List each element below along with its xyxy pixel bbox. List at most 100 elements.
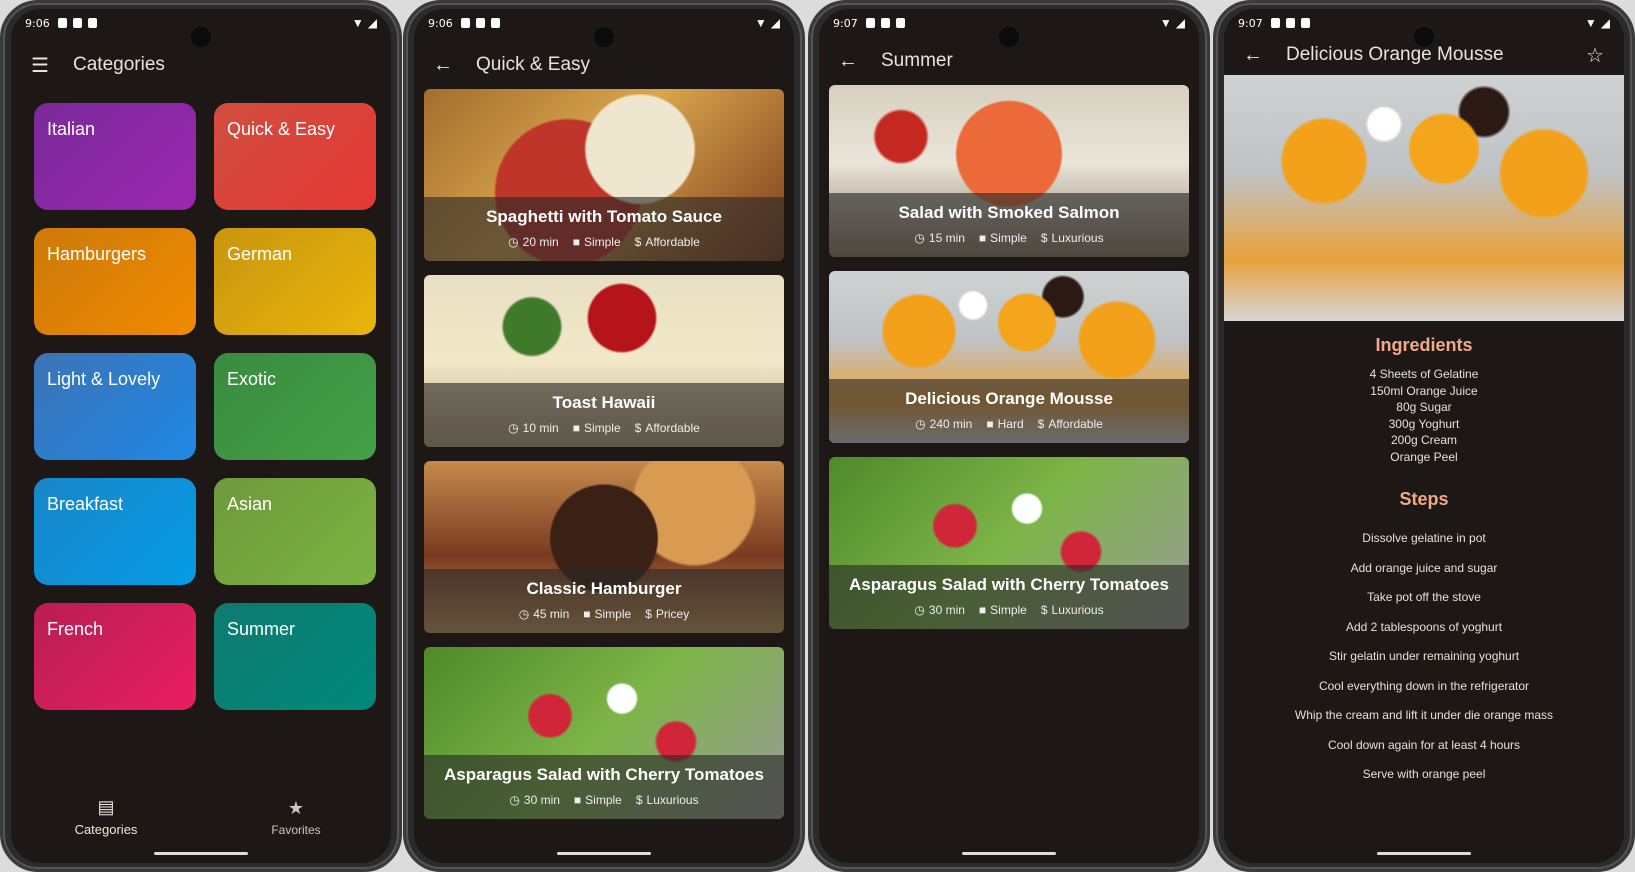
meal-duration: 240 min xyxy=(929,416,973,431)
briefcase-icon: ■ xyxy=(986,416,994,431)
meal-complexity: Simple xyxy=(594,606,632,621)
home-indicator[interactable] xyxy=(962,852,1056,855)
meal-card[interactable]: Asparagus Salad with Cherry Tomatoes ◷ 30… xyxy=(829,457,1189,629)
status-time: 9:07 xyxy=(833,16,858,30)
page-title: Summer xyxy=(881,50,953,71)
wifi-icon: ▼ xyxy=(351,16,364,30)
meal-affordability: Luxurious xyxy=(1051,602,1104,617)
nav-favorites-label: Favorites xyxy=(271,822,321,837)
app-bar: ← Delicious Orange Mousse ☆ xyxy=(1224,33,1624,77)
meal-title: Spaghetti with Tomato Sauce xyxy=(486,207,722,226)
sim-icon xyxy=(880,18,890,28)
step-item: Take pot off the stove xyxy=(1367,590,1481,604)
clock-icon: ◷ xyxy=(914,230,925,245)
meal-title: Asparagus Salad with Cherry Tomatoes xyxy=(444,765,764,784)
category-card[interactable]: French xyxy=(34,603,196,710)
back-arrow-icon[interactable]: ← xyxy=(835,48,861,74)
briefcase-icon: ■ xyxy=(978,602,987,617)
category-card[interactable]: Exotic xyxy=(214,353,376,460)
app-bar: ← Quick & Easy xyxy=(414,37,794,93)
dollar-icon: $ xyxy=(634,234,642,249)
sim-icon xyxy=(72,18,82,28)
nav-favorites[interactable]: ★ Favorites xyxy=(201,783,391,851)
clock-icon: ◷ xyxy=(508,234,519,249)
meal-duration: 30 min xyxy=(523,792,560,807)
meal-card[interactable]: Toast Hawaii ◷ 10 min ■ Simple $ Affordable xyxy=(424,275,784,447)
meal-affordability: Luxurious xyxy=(1051,230,1104,245)
sim-icon xyxy=(475,18,485,28)
category-card[interactable]: Breakfast xyxy=(34,478,196,585)
ingredient-item: Orange Peel xyxy=(1390,449,1458,464)
meal-complexity: Simple xyxy=(583,420,621,435)
category-card[interactable]: German xyxy=(214,228,376,335)
signal-icon: ◢ xyxy=(770,16,780,30)
meal-card[interactable]: Classic Hamburger ◷ 45 min ■ Simple $ Price… xyxy=(424,461,784,633)
meal-card[interactable]: Delicious Orange Mousse ◷ 240 min ■ Hard $… xyxy=(829,271,1189,443)
ingredient-item: 300g Yoghurt xyxy=(1388,416,1460,431)
ingredients-section: Ingredients 4 Sheets of Gelatine 150ml O… xyxy=(1224,335,1624,465)
dollar-icon: $ xyxy=(1040,602,1048,617)
meal-title: Salad with Smoked Salmon xyxy=(898,203,1120,222)
dollar-icon: $ xyxy=(645,606,652,621)
category-card[interactable]: Quick & Easy xyxy=(214,103,376,210)
meal-complexity: Simple xyxy=(583,234,621,249)
notification-icon xyxy=(57,18,67,28)
step-item: Add 2 tablespoons of yoghurt xyxy=(1345,619,1503,634)
meal-duration: 15 min xyxy=(928,230,965,245)
category-card[interactable]: Light & Lovely xyxy=(34,353,196,460)
dollar-icon: $ xyxy=(635,792,643,807)
menu-icon[interactable]: ☰ xyxy=(27,52,53,78)
briefcase-icon: ■ xyxy=(572,420,580,435)
nav-categories[interactable]: ▤ Categories xyxy=(11,783,201,851)
category-card[interactable]: Summer xyxy=(214,603,376,710)
category-card[interactable]: Italian xyxy=(34,103,196,210)
briefcase-icon: ■ xyxy=(978,230,987,245)
status-time: 9:06 xyxy=(428,16,453,30)
screen-meals: 9:07 ▼ ◢ ← Summer Salad with Smoked Salmo… xyxy=(819,9,1199,863)
back-arrow-icon[interactable]: ← xyxy=(1240,42,1266,68)
signal-icon: ◢ xyxy=(1600,16,1610,30)
clock-icon: ◷ xyxy=(508,420,519,435)
meal-title: Toast Hawaii xyxy=(552,393,656,412)
screen-meals: 9:06 ▼ ◢ ← Quick & Easy Spaghetti with To… xyxy=(414,9,794,863)
meal-affordability: Luxurious xyxy=(646,792,699,807)
screen-categories: 9:06 ▼ ◢ ☰ Categories Italian Quick & Eas… xyxy=(11,9,391,863)
meal-duration: 30 min xyxy=(928,602,965,617)
category-card[interactable]: Asian xyxy=(214,478,376,585)
meal-card[interactable]: Asparagus Salad with Cherry Tomatoes ◷ 30… xyxy=(424,647,784,819)
briefcase-icon: ■ xyxy=(583,606,591,621)
page-title: Delicious Orange Mousse xyxy=(1286,44,1504,65)
home-indicator[interactable] xyxy=(1377,852,1471,855)
meal-image xyxy=(1224,75,1624,321)
step-item: Cool down again for at least 4 hours xyxy=(1327,737,1521,752)
meal-complexity: Simple xyxy=(990,602,1027,617)
clock-icon: ◷ xyxy=(509,792,520,807)
meal-complexity: Hard xyxy=(997,416,1024,431)
category-card[interactable]: Hamburgers xyxy=(34,228,196,335)
ingredient-item: 80g Sugar xyxy=(1396,400,1452,414)
wifi-icon: ▼ xyxy=(1159,16,1172,30)
star-outline-icon[interactable]: ☆ xyxy=(1582,42,1608,68)
phone-categories: 9:06 ▼ ◢ ☰ Categories Italian Quick & Eas… xyxy=(0,0,402,872)
home-indicator[interactable] xyxy=(154,852,248,855)
briefcase-icon: ■ xyxy=(572,234,580,249)
ingredients-heading: Ingredients xyxy=(1375,335,1473,355)
step-item: Cool everything down in the refrigerator xyxy=(1318,678,1530,693)
meal-affordability: Affordable xyxy=(645,420,700,435)
meal-affordability: Affordable xyxy=(1048,416,1103,431)
ingredient-item: 150ml Orange Juice xyxy=(1370,383,1478,398)
clock-icon: ◷ xyxy=(914,602,925,617)
meal-card[interactable]: Salad with Smoked Salmon ◷ 15 min ■ Simple… xyxy=(829,85,1189,257)
status-time: 9:07 xyxy=(1238,16,1263,30)
steps-section: Steps Dissolve gelatine in pot Add orang… xyxy=(1224,489,1624,790)
ingredient-item: 4 Sheets of Gelatine xyxy=(1369,367,1479,381)
app-icon xyxy=(1300,18,1310,28)
app-icon xyxy=(87,18,97,28)
screen-meal-detail: 9:07 ▼ ◢ ← Delicious Orange Mousse ☆ Ingr… xyxy=(1224,9,1624,863)
home-indicator[interactable] xyxy=(557,852,651,855)
back-arrow-icon[interactable]: ← xyxy=(430,52,456,78)
steps-heading: Steps xyxy=(1399,489,1449,509)
app-bar: ☰ Categories xyxy=(11,37,391,93)
meal-card[interactable]: Spaghetti with Tomato Sauce ◷ 20 min ■ Sim… xyxy=(424,89,784,261)
meal-affordability: Affordable xyxy=(645,234,700,249)
